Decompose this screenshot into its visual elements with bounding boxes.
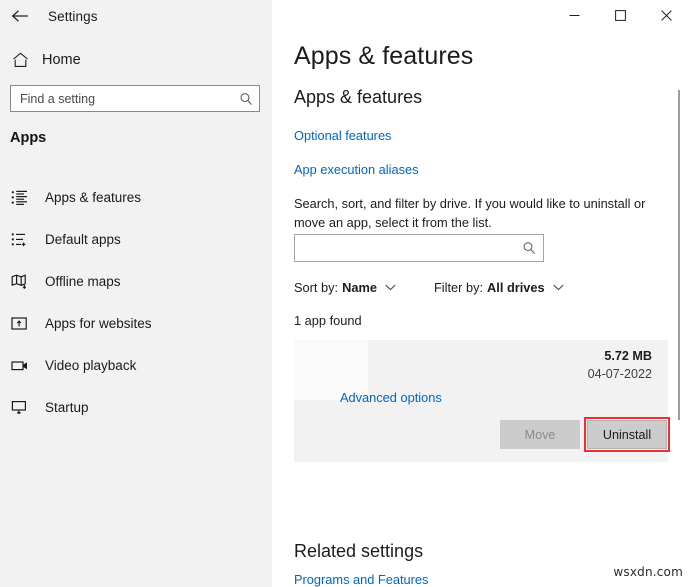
back-arrow-icon[interactable] xyxy=(0,1,40,31)
filter-by-value: All drives xyxy=(487,280,545,295)
sidebar-nav-list: Apps & features Default apps xyxy=(0,176,272,428)
app-size: 5.72 MB xyxy=(604,349,652,363)
app-filter-search-input[interactable] xyxy=(295,234,515,262)
sidebar-item-label: Offline maps xyxy=(45,274,121,289)
sidebar-item-home[interactable]: Home xyxy=(0,44,272,76)
sidebar-category-title: Apps xyxy=(10,130,46,146)
settings-sidebar: Settings Home Apps xyxy=(0,0,272,587)
monitor-power-icon xyxy=(11,400,41,415)
related-settings-title: Related settings xyxy=(294,541,423,562)
sidebar-item-label: Startup xyxy=(45,400,89,415)
search-icon xyxy=(233,92,259,106)
app-list-item[interactable]: 5.72 MB 04-07-2022 Advanced options Move… xyxy=(294,340,668,462)
sidebar-titlebar: Settings xyxy=(0,0,272,32)
sidebar-search-box[interactable] xyxy=(10,85,260,112)
chevron-down-icon xyxy=(385,284,396,291)
link-optional-features[interactable]: Optional features xyxy=(294,128,391,143)
search-input[interactable] xyxy=(11,85,233,112)
home-icon xyxy=(0,52,40,68)
sort-filter-row: Sort by: Name Filter by: All drives xyxy=(294,280,564,295)
video-camera-icon xyxy=(11,358,41,373)
sidebar-item-label: Default apps xyxy=(45,232,121,247)
filter-by-label: Filter by: xyxy=(434,280,483,295)
description-text: Search, sort, and filter by drive. If yo… xyxy=(294,194,668,232)
list-plus-icon xyxy=(11,232,41,247)
app-filter-search-box[interactable] xyxy=(294,234,544,262)
app-count-text: 1 app found xyxy=(294,313,362,328)
move-button: Move xyxy=(500,420,580,449)
sidebar-item-label: Video playback xyxy=(45,358,136,373)
sidebar-item-startup[interactable]: Startup xyxy=(0,386,272,428)
minimize-icon[interactable] xyxy=(551,0,597,31)
window-arrow-icon xyxy=(11,316,41,331)
section-title: Apps & features xyxy=(294,87,422,108)
sidebar-home-label: Home xyxy=(42,52,81,68)
search-icon xyxy=(515,241,543,255)
link-app-execution-aliases[interactable]: App execution aliases xyxy=(294,162,419,177)
list-bullets-icon xyxy=(11,190,41,205)
chevron-down-icon xyxy=(553,284,564,291)
sort-by-dropdown[interactable]: Sort by: Name xyxy=(294,280,396,295)
maximize-icon[interactable] xyxy=(597,0,643,31)
sidebar-item-label: Apps for websites xyxy=(45,316,152,331)
sidebar-item-label: Apps & features xyxy=(45,190,141,205)
map-download-icon xyxy=(11,274,41,289)
sidebar-item-offline-maps[interactable]: Offline maps xyxy=(0,260,272,302)
sidebar-item-apps-for-websites[interactable]: Apps for websites xyxy=(0,302,272,344)
main-content: Apps & features Apps & features Optional… xyxy=(272,0,689,587)
scrollbar[interactable] xyxy=(674,32,684,587)
page-title: Apps & features xyxy=(294,42,473,71)
sidebar-item-video-playback[interactable]: Video playback xyxy=(0,344,272,386)
watermark: wsxdn.com xyxy=(613,565,683,579)
close-icon[interactable] xyxy=(643,0,689,31)
window-title: Settings xyxy=(48,9,98,24)
sort-by-label: Sort by: xyxy=(294,280,338,295)
sidebar-item-default-apps[interactable]: Default apps xyxy=(0,218,272,260)
uninstall-button[interactable]: Uninstall xyxy=(587,420,667,449)
filter-by-dropdown[interactable]: Filter by: All drives xyxy=(434,280,564,295)
scrollbar-thumb[interactable] xyxy=(678,90,680,420)
link-programs-and-features[interactable]: Programs and Features xyxy=(294,572,428,587)
link-advanced-options[interactable]: Advanced options xyxy=(340,390,442,405)
sort-by-value: Name xyxy=(342,280,377,295)
window-controls xyxy=(551,0,689,31)
sidebar-item-apps-features[interactable]: Apps & features xyxy=(0,176,272,218)
app-install-date: 04-07-2022 xyxy=(588,367,652,381)
